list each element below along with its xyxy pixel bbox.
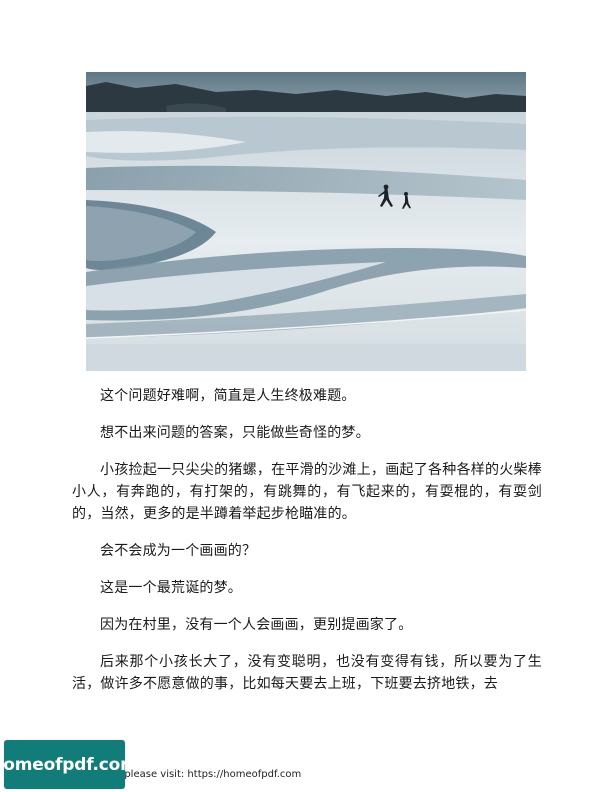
paragraph-3: 小孩捡起一只尖尖的猪螺，在平滑的沙滩上，画起了各种各样的火柴棒小人，有奔跑的，有… <box>72 462 542 522</box>
beach-photo <box>86 72 526 371</box>
paragraph-4: 会不会成为一个画画的？ <box>100 543 257 559</box>
body-text: 这个问题好难啊，简直是人生终极难题。 想不出来问题的答案，只能做些奇怪的梦。 小… <box>72 385 542 710</box>
logo-text: homeofpdf.com <box>0 754 138 775</box>
paragraph-5: 这是一个最荒诞的梦。 <box>100 580 242 596</box>
paragraph-6: 因为在村里，没有一个人会画画，更别提画家了。 <box>100 617 413 633</box>
paragraph-2: 想不出来问题的答案，只能做些奇怪的梦。 <box>100 425 370 441</box>
beach-photo-illustration <box>86 72 526 371</box>
homeofpdf-logo[interactable]: homeofpdf.com <box>0 740 138 789</box>
paragraph-1: 这个问题好难啊，简直是人生终极难题。 <box>100 388 356 404</box>
paragraph-7: 后来那个小孩长大了，没有变聪明，也没有变得有钱，所以要为了生活，做许多不愿意做的… <box>72 654 542 692</box>
footer-notice[interactable]: e please visit: https://homeofpdf.com <box>115 769 301 780</box>
